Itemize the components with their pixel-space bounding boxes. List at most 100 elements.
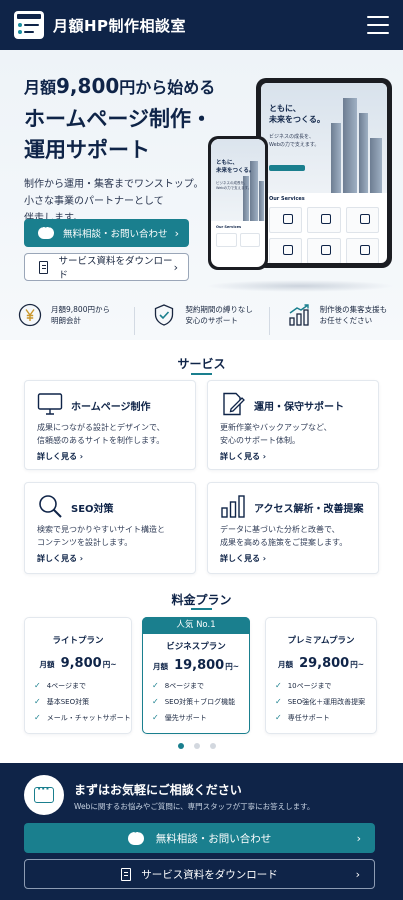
chevron-right-icon: › <box>79 554 84 563</box>
plan-price-prefix: 月額 <box>152 662 168 671</box>
services-title-rule <box>191 373 212 375</box>
carousel-dot-active[interactable] <box>178 743 184 749</box>
feature-1-line2: 明朗会計 <box>51 316 81 325</box>
contact-download-label: サービス資料をダウンロード <box>141 868 278 881</box>
hero-title-line2: 運用サポート <box>24 138 150 162</box>
service-card-desc: データに基づいた分析と改善で、 成果を高める施策をご提案します。 <box>220 523 376 549</box>
plan-feature-list: ✓ 8ページまで ✓ SEO対策＋ブログ機能 ✓ 優先サポート <box>152 678 235 726</box>
brand-name[interactable]: 月額HP制作相談室 <box>53 15 186 36</box>
monitor-icon <box>37 393 63 415</box>
services-title: サービス <box>177 357 226 371</box>
pricing-title: 料金プラン <box>171 593 232 607</box>
chevron-right-icon: › <box>173 260 178 274</box>
service-card-analytics[interactable]: アクセス解析・改善提案 データに基づいた分析と改善で、 成果を高める施策をご提案… <box>207 482 379 574</box>
phone-service-grid <box>216 233 260 247</box>
growth-chart-icon <box>289 304 309 326</box>
document-icon <box>121 867 132 881</box>
plan-feature: ✓ 10ページまで <box>275 678 365 694</box>
plan-feature-list: ✓ 10ページまで ✓ SEO強化＋運用改善提案 ✓ 専任サポート <box>275 678 365 726</box>
service-card-seo[interactable]: SEO対策 検索で見つかりやすいサイト構造と コンテンツを設計します。 詳しく見… <box>24 482 196 574</box>
tablet-heading: ともに、 未来をつくる。 <box>269 103 325 125</box>
check-icon: ✓ <box>275 697 282 706</box>
plan-price-suffix: 円~ <box>102 660 117 669</box>
plan-feature: ✓ 基本SEO対策 <box>34 694 131 710</box>
service-card-desc: 成果につながる設計とデザインで、 信頼感のあるサイトを制作します。 <box>37 421 193 447</box>
phone-services-label: Our Services <box>216 225 242 229</box>
phone-heading-line1: ともに、 <box>216 160 238 166</box>
service-desc-line1: データに基づいた分析と改善で、 <box>220 525 340 534</box>
plan-price: 月額 19,800円~ <box>143 654 249 673</box>
plan-feature: ✓ 4ページまで <box>34 678 131 694</box>
plan-price-value: 19,800 <box>174 658 225 673</box>
check-icon: ✓ <box>34 697 41 706</box>
bar-chart-icon <box>221 495 245 518</box>
chevron-right-icon: › <box>356 831 361 845</box>
plan-feature: ✓ 専任サポート <box>275 710 365 726</box>
feature-2-line2: 安心のサポート <box>185 316 238 325</box>
service-card-web-production[interactable]: ホームページ制作 成果につながる設計とデザインで、 信頼感のあるサイトを制作しま… <box>24 380 196 470</box>
plan-price-value: 29,800 <box>299 656 350 671</box>
check-icon: ✓ <box>34 681 41 690</box>
service-desc-line2: 信頼感のあるサイトを制作します。 <box>37 436 165 445</box>
chat-bubble-icon <box>24 775 64 815</box>
service-desc-line1: 更新作業やバックアップなど、 <box>220 423 332 432</box>
phone-text: ビジネスの成長を、 Webの力で支えます。 <box>216 181 251 191</box>
tablet-text-line2: Webの力で支えます。 <box>269 142 320 148</box>
tablet-mock-button <box>269 165 305 171</box>
chat-icon <box>127 827 144 845</box>
pricing-title-rule <box>191 608 212 610</box>
tablet-mockup: ともに、 未来をつくる。 ビジネスの成長を、 Webの力で支えます。 Our S… <box>256 78 392 268</box>
plan-price-value: 9,800 <box>60 656 102 671</box>
service-card-desc: 更新作業やバックアップなど、 安心のサポート体制。 <box>220 421 376 447</box>
plan-name: ライトプラン <box>52 636 104 646</box>
site-logo-icon[interactable] <box>14 11 44 39</box>
service-card-title: 運用・保守サポート <box>254 402 344 413</box>
plan-price-suffix: 円~ <box>350 660 365 669</box>
hero-contact-button[interactable]: 無料相談・お問い合わせ › <box>24 219 189 247</box>
plan-feature: ✓ メール・チャットサポート <box>34 710 131 726</box>
contact-title: まずはお気軽にご相談ください <box>74 783 242 797</box>
service-more-link[interactable]: 詳しく見る › <box>37 451 83 462</box>
shield-check-icon <box>155 304 174 326</box>
service-more-link[interactable]: 詳しく見る › <box>220 553 266 564</box>
plan-price-suffix: 円~ <box>225 662 240 671</box>
hero-sub-price: 9,800 <box>56 74 120 98</box>
service-more-link[interactable]: 詳しく見る › <box>37 553 83 564</box>
carousel-dot[interactable] <box>210 743 216 749</box>
check-icon: ✓ <box>275 713 282 722</box>
plan-card-premium[interactable]: プレミアムプラン 月額 29,800円~ ✓ 10ページまで ✓ SEO強化＋運用改… <box>265 617 377 734</box>
chevron-right-icon: › <box>262 452 267 461</box>
contact-description: Webに関するお悩みやご質問に、専門スタッフが丁寧にお答えします。 <box>74 802 315 811</box>
service-more-link[interactable]: 詳しく見る › <box>220 451 266 462</box>
tablet-text: ビジネスの成長を、 Webの力で支えます。 <box>269 133 319 149</box>
check-icon: ✓ <box>275 681 282 690</box>
plan-card-light[interactable]: ライトプラン 月額 9,800円~ ✓ 4ページまで ✓ 基本SEO対策 ✓ メール・… <box>24 617 132 734</box>
service-desc-line2: 安心のサポート体制。 <box>220 436 300 445</box>
hamburger-menu-icon[interactable] <box>367 16 389 34</box>
hero-title-line1: ホームページ制作・ <box>24 107 212 131</box>
contact-section: まずはお気軽にご相談ください Webに関するお悩みやご質問に、専門スタッフが丁寧… <box>0 763 403 900</box>
tablet-heading-line2: 未来をつくる。 <box>269 115 325 124</box>
edit-document-icon <box>223 392 245 416</box>
contact-download-button[interactable]: サービス資料をダウンロード › <box>24 859 375 889</box>
plan-card-business[interactable]: 人気 No.1 ビジネスプラン 月額 19,800円~ ✓ 8ページまで ✓ SEO… <box>142 617 250 734</box>
phone-heading: ともに、 未来をつくる。 <box>216 159 254 175</box>
check-icon: ✓ <box>152 681 159 690</box>
chevron-right-icon: › <box>174 226 179 240</box>
hero-download-button[interactable]: サービス資料をダウンロード › <box>24 253 189 281</box>
plan-price: 月額 29,800円~ <box>266 652 376 671</box>
service-card-maintenance[interactable]: 運用・保守サポート 更新作業やバックアップなど、 安心のサポート体制。 詳しく見… <box>207 380 379 470</box>
hero-title: ホームページ制作・ 運用サポート <box>24 104 215 166</box>
document-icon <box>39 260 49 274</box>
contact-inquiry-button[interactable]: 無料相談・お問い合わせ › <box>24 823 375 853</box>
feature-3-line2: お任せください <box>319 316 373 325</box>
plan-feature: ✓ 8ページまで <box>152 678 235 694</box>
phone-mockup: ともに、 未来をつくる。 ビジネスの成長を、 Webの力で支えます。 Our S… <box>208 136 268 270</box>
chevron-right-icon: › <box>262 554 267 563</box>
plan-price-prefix: 月額 <box>39 660 55 669</box>
feature-2-line1: 契約期間の縛りなし <box>185 305 253 314</box>
carousel-dot[interactable] <box>194 743 200 749</box>
phone-heading-line2: 未来をつくる。 <box>216 168 255 174</box>
service-card-title: SEO対策 <box>71 504 114 515</box>
service-card-title: アクセス解析・改善提案 <box>254 504 364 515</box>
